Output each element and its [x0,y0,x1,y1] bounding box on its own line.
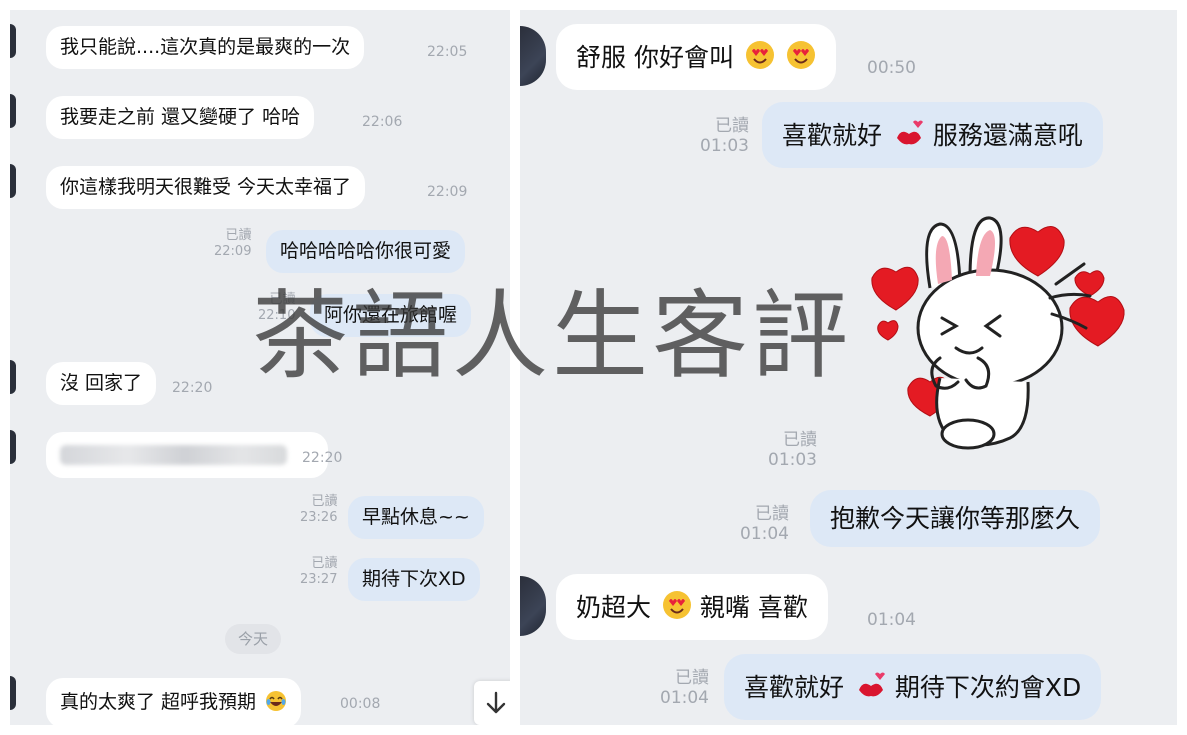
sender-avatar[interactable] [10,430,16,464]
message-bubble-sent[interactable]: 哈哈哈哈哈你很可愛 [266,230,466,273]
message-time: 22:20 [302,450,343,466]
message-bubble-sent[interactable]: 抱歉今天讓你等那麼久 [810,490,1101,547]
message-bubble-received[interactable]: 我要走之前 還又變硬了 哈哈 [46,96,315,139]
read-receipt: 已讀 01:04 [740,504,789,545]
bunny-hearts-sticker[interactable] [860,198,1140,468]
message-time: 00:50 [867,58,916,78]
sender-avatar[interactable] [10,676,16,710]
heart-eyes-emoji-icon [786,40,816,74]
watermark-text: 茶語人生客評 [252,280,852,392]
message-bubble-received[interactable]: 我只能說....這次真的是最爽的一次 [46,26,365,69]
read-receipt: 已讀 23:27 [300,556,338,587]
read-receipt: 已讀 01:04 [660,668,709,709]
message-time: 22:06 [362,114,403,130]
heart-eyes-emoji-icon [662,590,692,624]
message-time: 00:08 [340,696,381,712]
message-bubble-sent[interactable]: 早點休息~~ [348,496,484,539]
message-bubble-sent[interactable]: 喜歡就好 服務還滿意吼 [762,102,1103,168]
sender-avatar[interactable] [520,26,546,86]
message-bubble-received[interactable]: 你這樣我明天很難受 今天太幸福了 [46,166,366,209]
message-bubble-sent[interactable]: 喜歡就好 期待下次約會XD [724,654,1102,720]
message-bubble-received[interactable]: 沒 回家了 [46,362,157,405]
message-time: 22:05 [427,44,468,60]
message-time: 22:20 [172,380,213,396]
read-receipt: 已讀 01:03 [700,116,749,157]
read-receipt: 已讀 01:03 [768,430,817,471]
sender-avatar[interactable] [10,360,16,394]
day-separator: 今天 [225,624,281,654]
kiss-heart-emoji-icon [855,670,887,704]
blurred-content [60,445,287,465]
kiss-heart-emoji-icon [893,118,925,152]
read-receipt: 已讀 23:26 [300,494,338,525]
read-receipt: 已讀 22:09 [214,228,252,259]
message-bubble-received[interactable]: 真的太爽了 超呼我預期 [46,678,302,725]
message-time: 22:09 [427,184,468,200]
sender-avatar[interactable] [10,24,16,58]
laughing-tears-emoji-icon [265,690,287,716]
message-bubble-sent[interactable]: 期待下次XD [348,558,480,601]
arrow-down-icon [474,691,510,725]
message-bubble-received[interactable]: 舒服 你好會叫 [556,24,836,90]
sender-avatar[interactable] [10,94,16,128]
heart-eyes-emoji-icon [745,40,775,74]
scroll-to-bottom-button[interactable] [474,681,510,725]
sender-avatar[interactable] [520,576,546,636]
message-bubble-received[interactable]: 奶超大 親嘴 喜歡 [556,574,828,640]
sender-avatar[interactable] [10,164,16,198]
message-time: 01:04 [867,610,916,630]
